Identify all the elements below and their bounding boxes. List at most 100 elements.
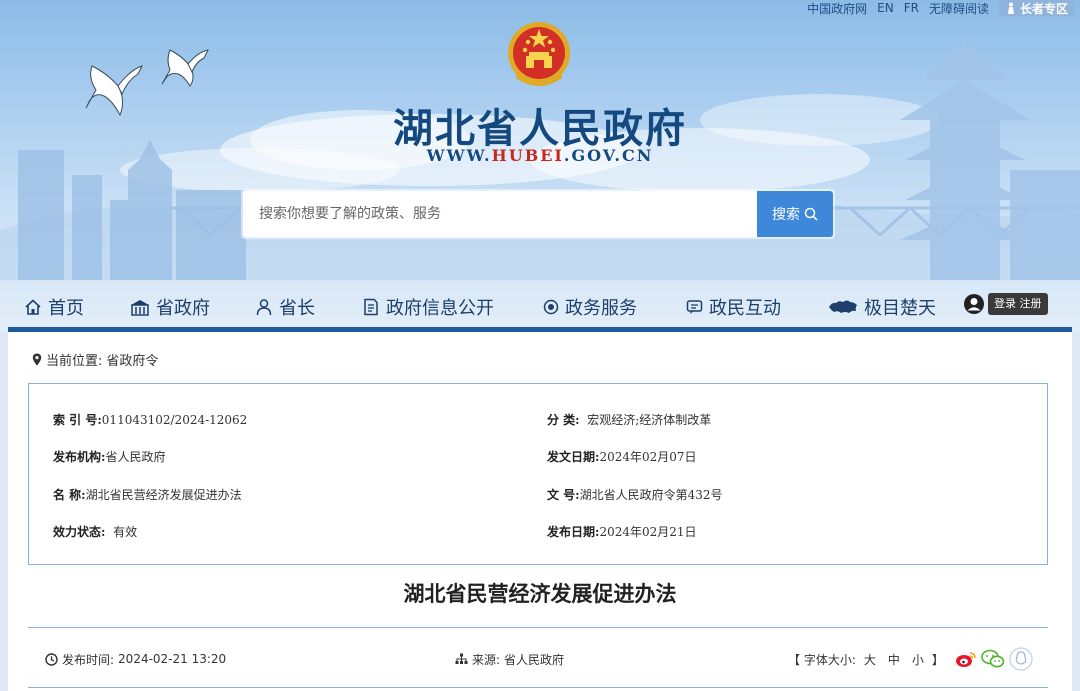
search-icon bbox=[804, 207, 818, 221]
document-metadata-box: 索 引 号:011043102/2024-12062 分 类: 宏观经济;经济体… bbox=[28, 383, 1048, 565]
service-icon bbox=[543, 299, 559, 315]
elder-icon bbox=[1007, 2, 1014, 14]
meta-value: 2024年02月07日 bbox=[599, 450, 697, 464]
site-url-highlight: HUBEI bbox=[491, 146, 564, 165]
document-title: 湖北省民营经济发展促进办法 bbox=[403, 582, 677, 606]
nav-item-label: 省长 bbox=[279, 298, 315, 319]
meta-value: 湖北省人民政府令第432号 bbox=[579, 488, 723, 502]
title-divider bbox=[28, 627, 1048, 628]
meta-key: 发文日期: bbox=[547, 450, 600, 464]
english-link[interactable]: EN bbox=[877, 1, 894, 15]
nav-item-home[interactable]: 首页 bbox=[24, 292, 84, 322]
meta-date-written: 发文日期:2024年02月07日 bbox=[547, 448, 697, 465]
wechat-share-button[interactable] bbox=[981, 649, 1005, 669]
meta-key: 文 号: bbox=[547, 488, 580, 502]
wechat-icon bbox=[981, 649, 1005, 668]
nav-item-interaction[interactable]: 政民互动 bbox=[686, 292, 781, 322]
meta-publish-date: 发布日期:2024年02月21日 bbox=[547, 523, 697, 540]
national-emblem-icon bbox=[508, 22, 570, 86]
french-link[interactable]: FR bbox=[904, 1, 919, 15]
breadcrumb-current[interactable]: 省政府令 bbox=[106, 350, 158, 369]
source-label: 来源: bbox=[472, 652, 501, 667]
meta-key: 发布机构: bbox=[53, 450, 106, 464]
nav-item-gov-services[interactable]: 政务服务 bbox=[543, 292, 637, 322]
meta-doc-number: 文 号:湖北省人民政府令第432号 bbox=[547, 486, 723, 503]
meta-key: 名 称: bbox=[53, 488, 86, 502]
breadcrumb: 当前位置: 省政府令 bbox=[32, 350, 158, 369]
publish-time-label: 发布时间: bbox=[62, 652, 115, 667]
user-avatar-icon[interactable] bbox=[963, 293, 985, 315]
main-content: 当前位置: 省政府令 索 引 号:011043102/2024-12062 分 … bbox=[8, 332, 1072, 691]
source: 来源: 省人民政府 bbox=[455, 648, 564, 670]
hubei-map-icon bbox=[829, 300, 857, 313]
meta-value: 湖北省民营经济发展促进办法 bbox=[85, 488, 242, 502]
register-label[interactable]: 注册 bbox=[1020, 297, 1042, 310]
login-register-button[interactable]: 登录 注册 bbox=[988, 293, 1048, 315]
home-icon bbox=[25, 299, 41, 315]
nav-item-jimu-chutian[interactable]: 极目楚天 bbox=[828, 292, 936, 322]
clock-icon bbox=[45, 652, 58, 666]
meta-value: 省人民政府 bbox=[105, 450, 166, 464]
login-label[interactable]: 登录 bbox=[994, 297, 1016, 310]
meta-value: 2024年02月21日 bbox=[599, 525, 697, 539]
search-input[interactable] bbox=[243, 191, 757, 237]
meta-name: 名 称:湖北省民营经济发展促进办法 bbox=[53, 486, 242, 503]
publish-time: 发布时间: 2024-02-21 13:20 bbox=[45, 648, 226, 670]
nav-item-governor[interactable]: 省长 bbox=[255, 292, 315, 322]
nav-item-label: 政府信息公开 bbox=[386, 298, 494, 319]
meta-key: 索 引 号: bbox=[53, 413, 102, 427]
chat-icon bbox=[686, 300, 703, 314]
login-register: 登录 注册 bbox=[963, 293, 1048, 315]
search-bar: 搜索 bbox=[241, 189, 835, 239]
source-icon bbox=[455, 653, 468, 664]
site-header: 中国政府网 EN FR 无障碍阅读 长者专区 湖北省人民政府 WWW.HUBEI… bbox=[0, 0, 1080, 332]
qq-icon bbox=[1009, 647, 1033, 671]
font-size-medium[interactable]: 中 bbox=[888, 651, 900, 668]
gov-portal-link[interactable]: 中国政府网 bbox=[807, 0, 867, 17]
elder-zone-button[interactable]: 长者专区 bbox=[998, 0, 1074, 16]
source-value: 省人民政府 bbox=[504, 652, 565, 667]
font-size-large[interactable]: 大 bbox=[864, 651, 876, 668]
site-url-prefix: WWW. bbox=[426, 146, 492, 165]
main-nav: 首页 省政府 省长 政府信息公开 政务服务 政民互动 极目楚天 bbox=[0, 292, 1080, 322]
site-url: WWW.HUBEI.GOV.CN bbox=[0, 146, 1080, 165]
info-divider bbox=[28, 687, 1048, 688]
nav-item-label: 首页 bbox=[48, 298, 84, 319]
publish-time-value: 2024-02-21 13:20 bbox=[118, 652, 227, 666]
accessible-reading-link[interactable]: 无障碍阅读 bbox=[929, 0, 989, 17]
font-size-small[interactable]: 小 bbox=[912, 651, 924, 668]
meta-value: 有效 bbox=[113, 525, 138, 539]
font-size-control: 【 字体大小: 大 中 小 】 bbox=[788, 648, 944, 670]
document-info-bar: 发布时间: 2024-02-21 13:20 来源: 省人民政府 【 字体大小:… bbox=[28, 647, 1048, 671]
meta-value: 宏观经济;经济体制改革 bbox=[587, 413, 712, 427]
meta-key: 分 类: bbox=[547, 413, 580, 427]
nav-item-label: 政民互动 bbox=[709, 298, 781, 319]
weibo-share-button[interactable] bbox=[955, 650, 977, 668]
nav-item-label: 政务服务 bbox=[565, 298, 637, 319]
document-icon bbox=[364, 298, 378, 316]
meta-key: 发布日期: bbox=[547, 525, 600, 539]
meta-index-number: 索 引 号:011043102/2024-12062 bbox=[53, 411, 247, 428]
meta-value: 011043102/2024-12062 bbox=[101, 413, 248, 427]
meta-status: 效力状态: 有效 bbox=[53, 523, 137, 540]
elder-zone-label: 长者专区 bbox=[1019, 1, 1068, 16]
person-icon bbox=[256, 299, 272, 316]
nav-item-info-disclosure[interactable]: 政府信息公开 bbox=[362, 292, 494, 322]
top-links-bar: 中国政府网 EN FR 无障碍阅读 长者专区 bbox=[807, 0, 1074, 16]
breadcrumb-label: 当前位置: bbox=[46, 354, 103, 369]
search-button[interactable]: 搜索 bbox=[757, 191, 833, 237]
search-button-label: 搜索 bbox=[772, 207, 800, 223]
weibo-icon bbox=[956, 652, 976, 667]
font-size-bracket: 】 bbox=[931, 652, 944, 667]
location-pin-icon bbox=[32, 353, 42, 366]
site-url-suffix: .GOV.CN bbox=[563, 146, 654, 165]
building-icon bbox=[131, 300, 149, 316]
qq-share-button[interactable] bbox=[1009, 647, 1033, 671]
nav-item-label: 省政府 bbox=[156, 298, 210, 319]
nav-item-provincial-gov[interactable]: 省政府 bbox=[130, 292, 210, 322]
meta-key: 效力状态: bbox=[53, 525, 106, 539]
share-buttons bbox=[955, 647, 1033, 671]
meta-category: 分 类: 宏观经济;经济体制改革 bbox=[547, 411, 711, 428]
meta-issuer: 发布机构:省人民政府 bbox=[53, 448, 165, 465]
nav-item-label: 极目楚天 bbox=[864, 298, 936, 319]
